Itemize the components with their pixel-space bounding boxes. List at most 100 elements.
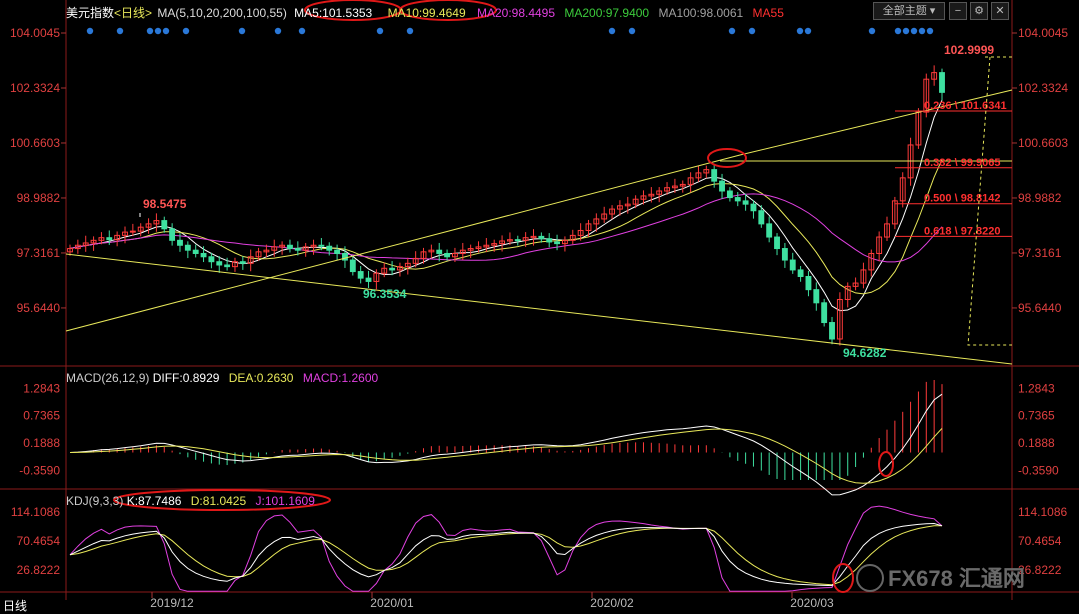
candle-down <box>334 249 341 254</box>
candle-down <box>805 276 812 291</box>
candle-down <box>742 200 749 205</box>
period-label[interactable]: <日线> <box>114 6 152 20</box>
candle-down <box>239 261 246 264</box>
event-dot <box>238 27 246 35</box>
event-dot <box>804 27 812 35</box>
kdj-tick-left: 26.8222 <box>17 563 61 577</box>
candle-down <box>184 244 191 251</box>
candle-down <box>161 220 168 230</box>
theme-dropdown[interactable]: 全部主题 ▾ <box>873 2 945 20</box>
candle-down <box>774 236 780 250</box>
ma-line-ma20 <box>69 193 943 263</box>
macd-tick-right: 1.2843 <box>1018 381 1055 395</box>
macd-panel[interactable] <box>69 380 943 496</box>
y-tick-label-right: 104.0045 <box>1018 26 1068 40</box>
candle-down <box>797 269 804 277</box>
gear-icon: ⚙ <box>974 5 984 17</box>
diff-value: DIFF:0.8929 <box>152 371 220 385</box>
x-tick-label: 2019/12 <box>150 596 194 610</box>
event-dot <box>910 27 918 35</box>
candle-down <box>789 259 796 271</box>
event-dot <box>796 27 804 35</box>
candle-down <box>224 264 231 268</box>
price-panel[interactable]: 0.236 \ 101.6341 0.382 \ 99.9065 0.500 \ 9… <box>65 0 1013 365</box>
period-tag[interactable]: 日线 <box>3 597 27 614</box>
annotation-low-1: 96.3534 <box>363 287 407 301</box>
candle-down <box>546 238 553 243</box>
event-dot <box>86 27 94 35</box>
event-dot <box>868 27 876 35</box>
watermark-text: FX678 汇通网 <box>888 566 1025 591</box>
macd-tick-left: 0.7365 <box>23 409 60 423</box>
candle-down <box>365 277 372 282</box>
candle-down <box>813 289 820 304</box>
chevron-down-icon: ▾ <box>929 5 936 17</box>
kdj-tick-left: 114.1086 <box>11 505 60 519</box>
annotation-high-2: 102.9999 <box>944 43 994 57</box>
candle-down <box>436 249 443 254</box>
candle-down <box>318 244 325 247</box>
y-tick-label-right: 95.6440 <box>1018 301 1062 315</box>
chart-frame <box>0 0 1079 600</box>
event-dot <box>902 27 910 35</box>
candle-down <box>939 72 945 93</box>
event-dot <box>154 27 162 35</box>
instrument-title: 美元指数 <box>66 6 115 20</box>
candle-down <box>554 241 560 245</box>
y-tick-label-left: 98.9882 <box>17 191 61 205</box>
event-dot <box>298 27 306 35</box>
chart-stage: 0.236 \ 101.6341 0.382 \ 99.9065 0.500 \ 9… <box>0 0 1079 610</box>
settings-button[interactable]: ⚙ <box>970 2 988 20</box>
fib-label: 0.500 \ 98.8142 <box>924 193 1000 205</box>
fib-label: 0.236 \ 101.6341 <box>924 100 1007 112</box>
candle-down <box>192 249 199 254</box>
main-legend: 美元指数<日线> MA(5,10,20,200,100,55) MA5:101.… <box>66 4 784 21</box>
macd-tick-left: 0.1888 <box>23 436 60 450</box>
kdj-params: KDJ(9,3,3) <box>66 494 124 508</box>
event-dot <box>146 27 154 35</box>
candle-down <box>444 252 451 258</box>
ma20-value: MA20:98.4495 <box>476 6 556 20</box>
candle-down <box>781 248 788 261</box>
candle-down <box>177 239 183 246</box>
candle-down <box>216 261 223 266</box>
macd-value: MACD:1.2600 <box>302 371 379 385</box>
event-dot <box>162 27 170 35</box>
kdj-tick-left: 70.4654 <box>17 534 61 548</box>
candle-down <box>719 180 725 192</box>
j-value: J:101.1609 <box>255 494 315 508</box>
highlight-macd-cross <box>878 451 894 477</box>
macd-params: MACD(26,12,9) <box>66 371 150 385</box>
close-button[interactable]: ✕ <box>991 2 1009 20</box>
event-dot <box>608 27 616 35</box>
y-tick-label-right: 100.6603 <box>1018 136 1068 150</box>
minimize-button[interactable]: − <box>949 2 967 20</box>
candle-down <box>758 210 765 225</box>
x-tick-label: 2020/02 <box>590 596 634 610</box>
x-tick-label: 2020/01 <box>370 596 414 610</box>
ma55-value: MA55 <box>752 6 784 20</box>
candle-down <box>711 169 718 182</box>
y-tick-label-right: 102.3324 <box>1018 81 1068 95</box>
ma5-value: MA5:101.5353 <box>294 6 373 20</box>
candle-down <box>326 245 333 251</box>
fib-label: 0.382 \ 99.9065 <box>924 157 1000 169</box>
candle-down <box>821 302 828 324</box>
candle-down <box>200 252 207 258</box>
d-line <box>69 525 942 586</box>
trend-line-rising <box>65 154 741 332</box>
k-line <box>69 522 943 587</box>
event-dot <box>116 27 124 35</box>
y-tick-label-left: 100.6603 <box>10 136 60 150</box>
candle-down <box>766 223 773 238</box>
dea-value: DEA:0.2630 <box>228 371 294 385</box>
annotation-low-2: 94.6282 <box>843 346 887 360</box>
watermark-logo: FX678 汇通网 <box>856 564 1025 592</box>
event-dot <box>274 27 282 35</box>
fib-label: 0.618 \ 97.8220 <box>924 225 1000 237</box>
macd-tick-right: 0.7365 <box>1018 409 1055 423</box>
candle-down <box>106 237 113 241</box>
kdj-tick-right: 70.4654 <box>1018 534 1062 548</box>
watermark-icon <box>856 564 884 592</box>
k-value: K:87.7486 <box>126 494 182 508</box>
